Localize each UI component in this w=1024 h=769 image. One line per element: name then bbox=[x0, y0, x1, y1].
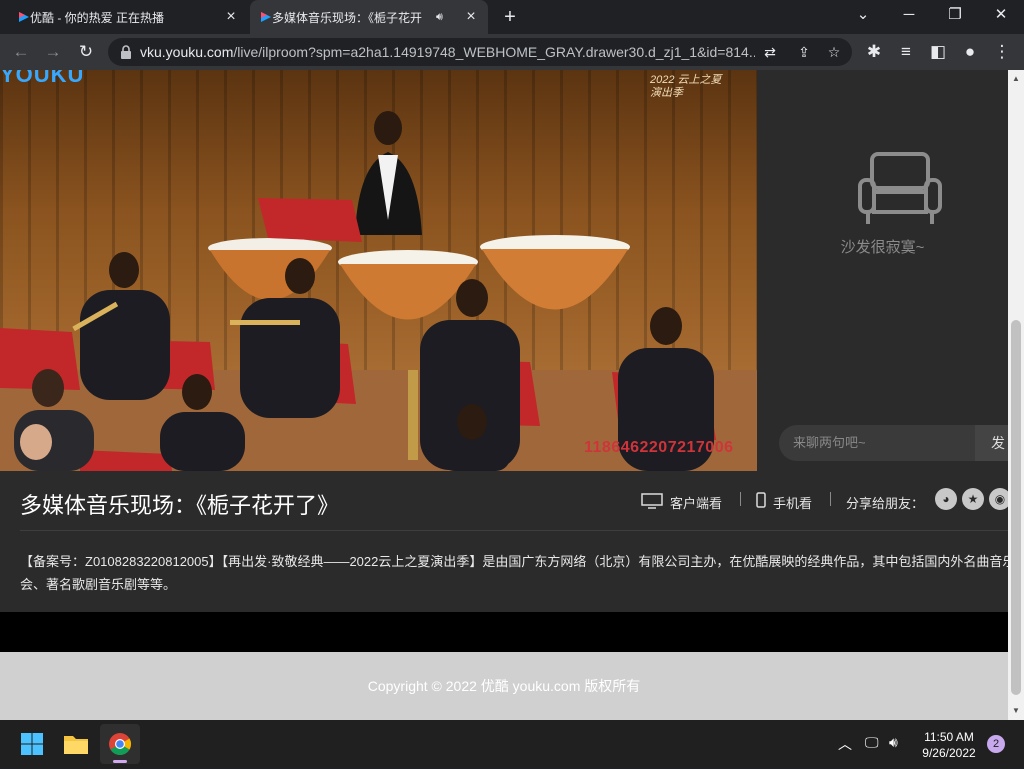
video-watermark: 1186462207217006 bbox=[584, 439, 734, 456]
address-bar[interactable]: vku.youku.com/live/ilproom?spm=a2ha1.149… bbox=[108, 38, 852, 66]
youku-favicon-icon bbox=[18, 11, 30, 23]
menu-kebab-icon[interactable]: ⋮ bbox=[989, 39, 1015, 65]
wechat-share-icon[interactable]: ◕ bbox=[935, 488, 957, 510]
divider bbox=[740, 492, 741, 506]
volume-icon[interactable]: 🔊︎ bbox=[889, 734, 898, 751]
chat-empty-label: 沙发很寂寞~ bbox=[840, 239, 925, 256]
profile-avatar[interactable]: ● bbox=[957, 39, 983, 65]
extensions-icon[interactable]: ✱ bbox=[861, 39, 887, 65]
close-tab-icon[interactable]: × bbox=[462, 8, 480, 26]
clock-time: 11:50 AM bbox=[924, 730, 974, 744]
mobile-watch-link[interactable]: 手机看 bbox=[773, 493, 812, 512]
chevron-up-icon[interactable]: ︿ bbox=[838, 734, 852, 754]
youku-logo: YOUKU bbox=[0, 70, 85, 87]
forward-button[interactable]: → bbox=[40, 39, 66, 65]
share-icon[interactable]: ⇪ bbox=[794, 42, 814, 62]
browser-toolbar: ← → ↻ vku.youku.com/live/ilproom?spm=a2h… bbox=[0, 34, 1024, 70]
scroll-down-icon[interactable]: ▼ bbox=[1012, 706, 1020, 715]
minimize-button[interactable]: ─ bbox=[886, 0, 932, 30]
reload-button[interactable]: ↻ bbox=[73, 39, 99, 65]
page-footer: Copyright © 2022 优酷 youku.com 版权所有 bbox=[0, 652, 1008, 720]
weibo-share-icon[interactable]: ◉ bbox=[989, 488, 1008, 510]
copyright-text: Copyright © 2022 优酷 youku.com 版权所有 bbox=[367, 678, 641, 694]
chat-panel: 沙发很寂寞~ 来聊两句吧~ 发 bbox=[757, 70, 1008, 471]
scroll-up-icon[interactable]: ▲ bbox=[1012, 74, 1020, 83]
close-window-button[interactable]: ✕ bbox=[978, 0, 1024, 30]
file-explorer-button[interactable] bbox=[56, 724, 96, 764]
windows-logo-icon bbox=[21, 733, 43, 755]
new-tab-button[interactable]: + bbox=[498, 5, 522, 29]
web-page: YOUKU 2022 云上之夏 演出季 1186462207217006 沙发很… bbox=[0, 70, 1008, 720]
translate-icon[interactable]: ⇄ bbox=[760, 42, 780, 62]
share-label: 分享给朋友： bbox=[846, 496, 925, 511]
chrome-taskbar-button[interactable] bbox=[100, 724, 140, 764]
page-scrollbar[interactable]: ▲ ▼ bbox=[1008, 70, 1024, 720]
tab-youku-home[interactable]: 优酷 - 你的热爱 正在热播 × bbox=[8, 0, 248, 34]
taskbar: ︿ 🖵︎ 🔊︎ 11:50 AM 9/26/2022 2 bbox=[0, 720, 1024, 768]
clock-date: 9/26/2022 bbox=[922, 746, 976, 760]
notification-badge[interactable]: 2 bbox=[987, 735, 1005, 753]
phone-icon[interactable] bbox=[756, 492, 766, 513]
back-button[interactable]: ← bbox=[8, 39, 34, 65]
tab-strip: 优酷 - 你的热爱 正在热播 × 多媒体音乐现场：《栀子花开 🔊︎ × + ⌄ … bbox=[0, 0, 1024, 34]
lock-icon[interactable] bbox=[120, 45, 132, 59]
send-button[interactable]: 发 bbox=[975, 425, 1008, 461]
chrome-icon bbox=[109, 733, 131, 755]
program-info: 多媒体音乐现场：《栀子花开了》 客户端看 手机看 分享给朋友： ◕ ★ ◉ 【备… bbox=[0, 471, 1008, 612]
divider bbox=[830, 492, 831, 506]
folder-icon bbox=[64, 736, 88, 754]
tab-title: 优酷 - 你的热爱 正在热播 bbox=[30, 10, 164, 25]
youku-favicon-icon bbox=[260, 11, 272, 23]
bookmark-star-icon[interactable]: ☆ bbox=[824, 42, 844, 62]
start-button[interactable] bbox=[12, 724, 52, 764]
monitor-icon[interactable] bbox=[641, 493, 663, 514]
orchestra-scene bbox=[0, 111, 757, 471]
video-player[interactable]: YOUKU 2022 云上之夏 演出季 1186462207217006 bbox=[0, 70, 757, 471]
qzone-share-icon[interactable]: ★ bbox=[962, 488, 984, 510]
client-watch-link[interactable]: 客户端看 bbox=[670, 493, 722, 512]
program-description: 【备案号：Z0108283220812005】【再出发·致敬经典——2022云上… bbox=[20, 554, 1008, 592]
side-panel-icon[interactable]: ◧ bbox=[925, 39, 951, 65]
system-clock[interactable]: 11:50 AM 9/26/2022 bbox=[914, 729, 984, 761]
tab-search-icon[interactable]: ⌄ bbox=[840, 0, 886, 30]
divider bbox=[20, 530, 1008, 531]
chat-input[interactable]: 来聊两句吧~ bbox=[779, 425, 975, 461]
tab-music-live[interactable]: 多媒体音乐现场：《栀子花开 🔊︎ × bbox=[250, 0, 488, 34]
page-title: 多媒体音乐现场：《栀子花开了》 bbox=[20, 493, 340, 518]
sofa-icon bbox=[858, 152, 942, 224]
speaker-icon[interactable]: 🔊︎ bbox=[436, 11, 443, 24]
active-app-indicator bbox=[113, 760, 127, 763]
close-tab-icon[interactable]: × bbox=[222, 8, 240, 26]
tab-title: 多媒体音乐现场：《栀子花开 bbox=[272, 10, 423, 25]
restore-button[interactable]: ❐ bbox=[932, 0, 978, 30]
scrollbar-thumb[interactable] bbox=[1011, 320, 1021, 695]
url-text[interactable]: vku.youku.com/live/ilproom?spm=a2ha1.149… bbox=[140, 44, 755, 60]
media-control-icon[interactable]: ≡ bbox=[893, 39, 919, 65]
event-logo: 2022 云上之夏 演出季 bbox=[650, 74, 722, 99]
network-icon[interactable]: 🖵︎ bbox=[865, 734, 879, 751]
